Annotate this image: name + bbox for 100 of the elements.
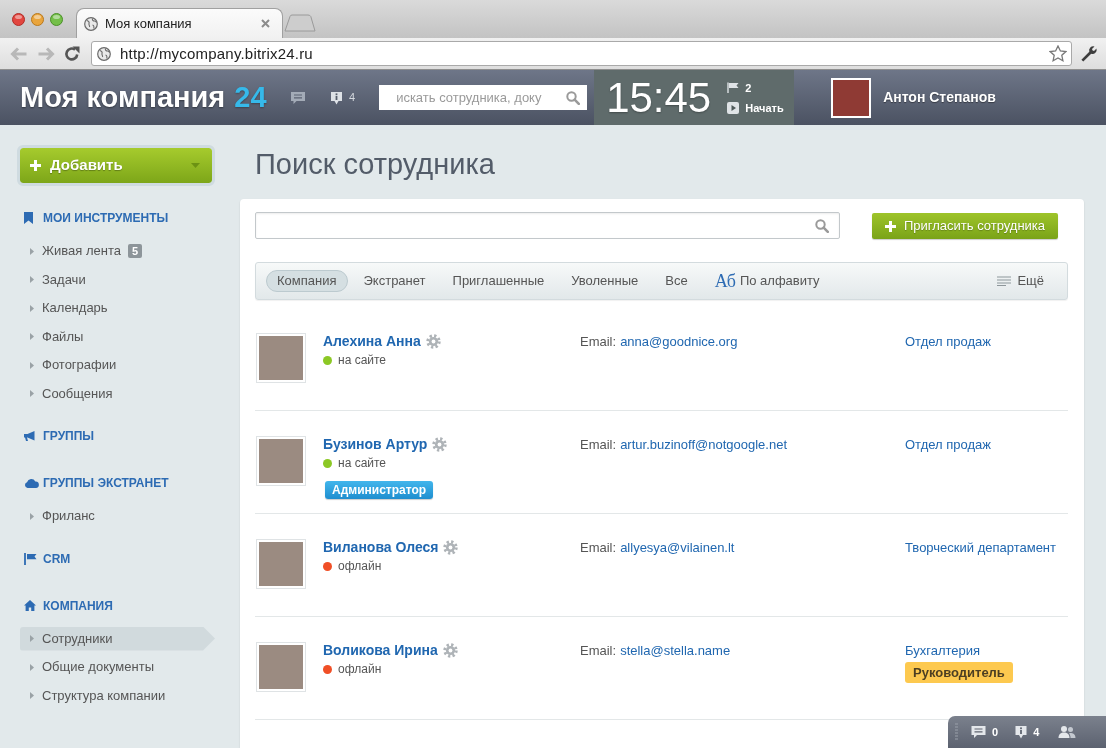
email-link[interactable]: stella@stella.name [620,643,731,658]
plus-icon [884,220,896,232]
gear-icon[interactable] [443,540,459,555]
page-title: Поиск сотрудника [255,147,496,181]
sidebar-item[interactable]: Фотографии [20,353,215,377]
megaphone-icon [24,431,36,441]
photo-placeholder[interactable] [256,642,306,692]
department-link[interactable]: Отдел продаж [905,334,991,349]
counter-badge: 5 [127,244,143,258]
tasks-button[interactable]: 2 [727,80,752,95]
email-label: Email: [580,334,617,349]
info-icon [330,90,343,105]
status-text: на сайте [338,352,387,368]
photo-placeholder[interactable] [256,436,306,486]
gear-icon[interactable] [432,437,448,452]
arrow-bullet-icon [30,361,34,369]
close-window-icon[interactable] [12,12,25,26]
start-button[interactable]: Начать [727,100,784,115]
arrow-bullet-icon [30,512,34,520]
back-arrow-icon[interactable] [10,46,27,61]
sort-alphabet-button[interactable]: Аб По алфавиту [703,270,831,292]
section-title[interactable]: ГРУППЫ [17,419,240,453]
forward-arrow-icon[interactable] [38,46,55,61]
employee-name[interactable]: Воликова Ирина [323,642,438,659]
filter-tab[interactable]: Приглашенные [441,270,556,292]
status-text: офлайн [338,661,382,677]
sidebar-item[interactable]: Общие документы [20,655,215,679]
star-icon[interactable] [1049,45,1067,62]
sidebar-item[interactable]: Живая лента 5 [20,239,215,263]
sidebar-item[interactable]: Сотрудники [20,626,215,651]
bookmark-icon [24,212,33,224]
sidebar-item[interactable]: Файлы [20,324,215,349]
plus-icon [30,160,41,171]
search-icon[interactable] [815,218,829,233]
people-icon[interactable] [1058,725,1077,739]
close-icon[interactable] [261,19,270,28]
chat-icon[interactable] [290,90,306,105]
email-link[interactable]: anna@goodnice.org [620,334,738,349]
section-title[interactable]: CRM [17,542,240,575]
email-label: Email: [580,643,617,658]
arrow-bullet-icon [30,333,34,340]
notifications-button[interactable]: 4 [330,89,356,106]
filter-tab[interactable]: Уволенные [560,270,650,292]
sidebar-item[interactable]: Фриланс [20,504,215,528]
play-icon [727,101,740,114]
arrow-bullet-icon [30,663,34,671]
photo-placeholder[interactable] [256,539,306,589]
photo-placeholder[interactable] [256,333,306,383]
reload-icon[interactable] [64,45,80,62]
email-link[interactable]: artur.buzinoff@notgoogle.net [620,437,788,452]
globe-icon [84,16,98,31]
search-icon[interactable] [566,90,581,105]
department-link[interactable]: Бухгалтерия [905,643,981,658]
notifications-button[interactable]: 4 [1015,723,1040,741]
sidebar-item[interactable]: Структура компании [20,683,215,708]
house-icon [24,600,36,611]
new-tab-button[interactable] [284,14,316,32]
employee-name[interactable]: Алехина Анна [323,333,421,350]
search-field[interactable] [255,212,840,239]
gear-icon[interactable] [442,643,458,658]
arrow-bullet-icon [30,247,34,255]
status-text: офлайн [338,558,382,574]
sidebar-item[interactable]: Задачи [20,267,215,292]
info-icon [1015,725,1028,739]
chat-icon [971,725,986,739]
messages-button[interactable]: 0 [971,723,999,741]
section-title[interactable]: КОМПАНИЯ [17,589,240,622]
gear-icon[interactable] [425,334,441,349]
sidebar-item[interactable]: Календарь [20,296,215,320]
employee-name[interactable]: Виланова Олеся [323,539,439,556]
department-link[interactable]: Творческий департамент [905,540,1056,555]
address-field[interactable]: http://mycompany.bitrix24.ru [91,41,1072,66]
role-badge: Руководитель [905,662,1013,683]
section-title[interactable]: ГРУППЫ ЭКСТРАНЕТ [17,466,240,500]
status-text: на сайте [338,455,387,471]
filter-tab[interactable]: Экстранет [352,270,437,292]
list-icon [997,276,1012,286]
department-link[interactable]: Отдел продаж [905,437,991,452]
arrow-bullet-icon [30,390,34,397]
more-button[interactable]: Ещё [986,270,1055,292]
cloud-icon [24,478,39,488]
user-name[interactable]: Антон Степанов [883,87,996,108]
filter-tab[interactable]: Все [654,270,699,292]
arrow-bullet-icon [30,692,34,699]
search-field[interactable]: искать сотрудника, доку [379,85,588,110]
clock-time: 15:45 [606,74,712,121]
filter-tab[interactable]: Компания [266,270,348,292]
email-label: Email: [580,437,617,452]
arrow-bullet-icon [30,304,34,312]
employee-name[interactable]: Бузинов Артур [323,436,428,453]
logo-title[interactable]: Моя компания [20,80,226,115]
browser-tab[interactable]: Моя компания [76,8,283,38]
minimize-window-icon[interactable] [31,12,44,26]
email-link[interactable]: allyesya@vilainen.lt [620,540,735,555]
sidebar-item[interactable]: Сообщения [20,381,215,406]
arrow-bullet-icon [30,635,34,642]
wrench-icon[interactable] [1080,44,1098,63]
flag-icon [727,82,740,93]
maximize-window-icon[interactable] [50,12,63,26]
section-title[interactable]: МОИ ИНСТРУМЕНТЫ [17,201,240,235]
